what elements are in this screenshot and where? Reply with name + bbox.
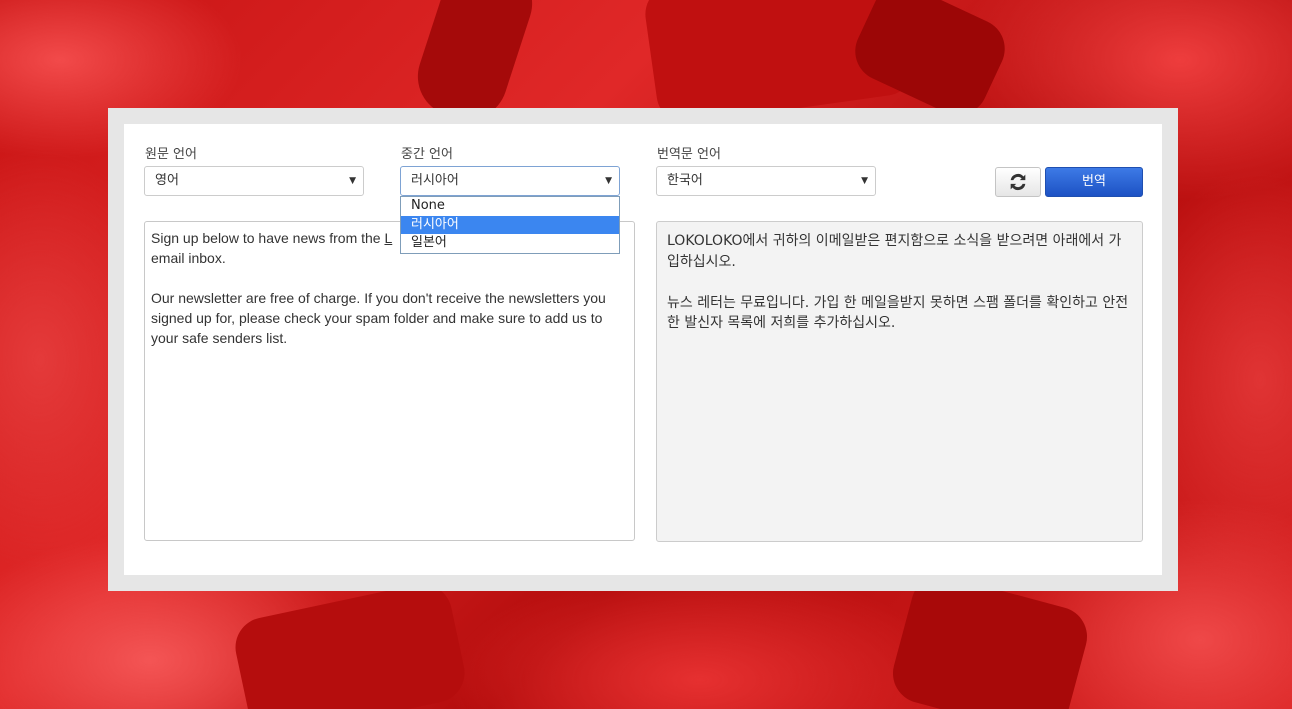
target-language-select[interactable]: 한국어 ▼ bbox=[656, 166, 876, 196]
dropdown-option-none[interactable]: None bbox=[401, 197, 619, 216]
translation-output: LOKOLOKO에서 귀하의 이메일받은 편지함으로 소식을 받으려면 아래에서… bbox=[656, 221, 1143, 542]
translate-button[interactable]: 번역 bbox=[1045, 167, 1143, 197]
source-language-select[interactable]: 영어 ▼ bbox=[144, 166, 364, 196]
intermediate-language-value: 러시아어 bbox=[411, 173, 459, 188]
source-language-value: 영어 bbox=[155, 173, 179, 188]
source-text-line1: Sign up below to have news from the bbox=[151, 230, 385, 246]
intermediate-language-dropdown: None 러시아어 일본어 bbox=[400, 196, 620, 254]
swap-languages-button[interactable] bbox=[995, 167, 1041, 197]
source-text-input[interactable]: Sign up below to have news from the L em… bbox=[144, 221, 635, 541]
background-shape bbox=[229, 578, 471, 709]
dropdown-option-japanese[interactable]: 일본어 bbox=[401, 234, 619, 253]
background-shape bbox=[845, 0, 1015, 125]
caret-down-icon: ▼ bbox=[605, 176, 612, 186]
target-language-value: 한국어 bbox=[667, 173, 703, 188]
caret-down-icon: ▼ bbox=[349, 176, 356, 186]
intermediate-language-select[interactable]: 러시아어 ▼ bbox=[400, 166, 620, 196]
swap-arrows-icon bbox=[1010, 173, 1026, 191]
source-language-label: 원문 언어 bbox=[145, 147, 197, 162]
dropdown-option-russian[interactable]: 러시아어 bbox=[401, 215, 619, 234]
caret-down-icon: ▼ bbox=[861, 176, 868, 186]
intermediate-language-label: 중간 언어 bbox=[401, 147, 453, 162]
target-language-label: 번역문 언어 bbox=[657, 147, 721, 162]
source-text-partial-word: L bbox=[384, 230, 393, 246]
source-text-rest: email inbox. Our newsletter are free of … bbox=[151, 250, 606, 346]
